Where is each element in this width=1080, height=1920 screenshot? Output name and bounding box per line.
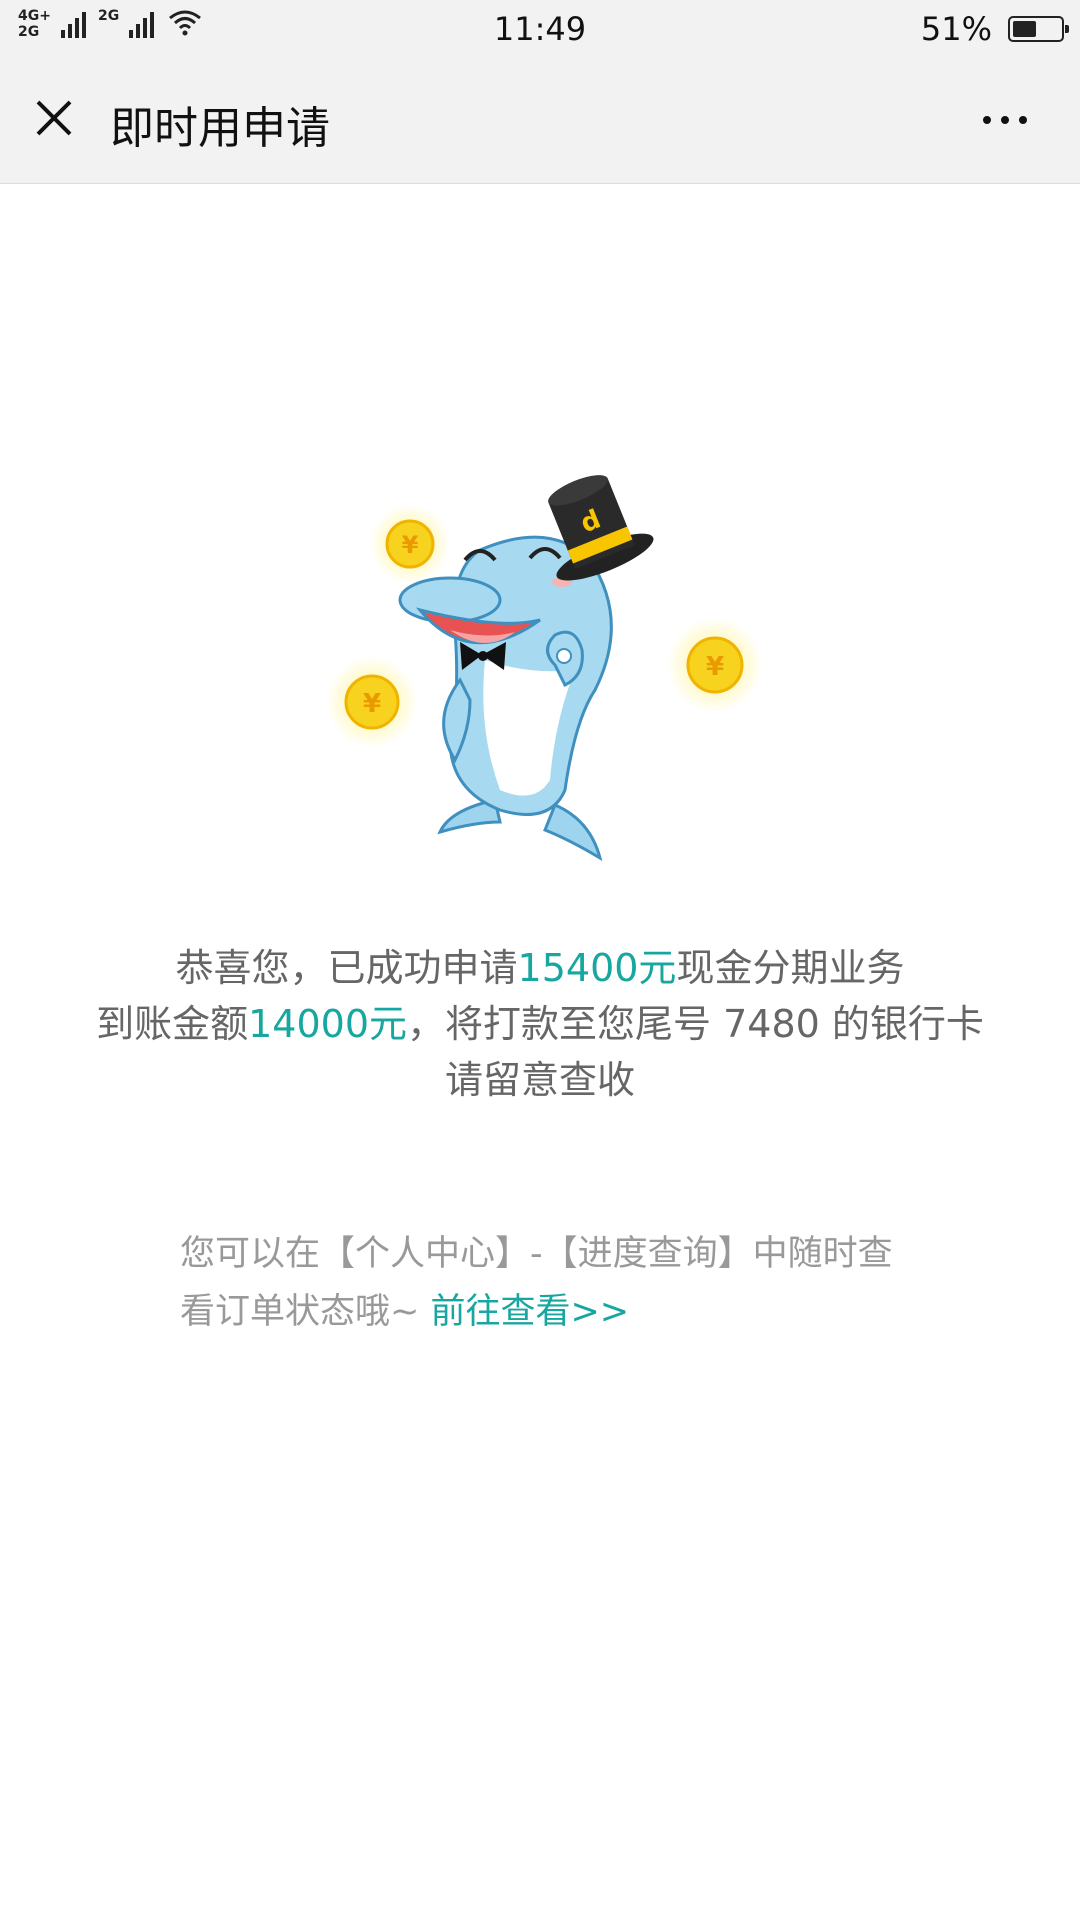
coin-icon: ¥ bbox=[370, 504, 450, 584]
svg-text:¥: ¥ bbox=[402, 531, 419, 559]
more-icon-dot bbox=[1019, 116, 1027, 124]
message-line-2: 到账金额14000元，将打款至您尾号 7480 的银行卡 bbox=[96, 1002, 984, 1046]
applied-amount: 15400元 bbox=[517, 946, 677, 990]
dolphin-mascot-illustration: ¥ ¥ ¥ d bbox=[326, 475, 763, 862]
battery-level bbox=[1013, 21, 1037, 37]
battery-percent: 51% bbox=[920, 10, 992, 48]
more-icon-dot bbox=[1001, 116, 1009, 124]
success-message: 恭喜您，已成功申请15400元现金分期业务 到账金额14000元，将打款至您尾号… bbox=[40, 940, 1040, 1108]
progress-hint: 您可以在【个人中心】-【进度查询】中随时查看订单状态哦~ 前往查看>> bbox=[180, 1225, 900, 1341]
battery-area: 51% bbox=[920, 10, 1069, 48]
battery-icon bbox=[1008, 16, 1069, 42]
svg-text:¥: ¥ bbox=[706, 652, 724, 682]
page-title: 即时用申请 bbox=[110, 103, 330, 154]
coin-icon: ¥ bbox=[326, 656, 418, 748]
close-icon bbox=[36, 100, 72, 136]
more-button[interactable] bbox=[970, 96, 1040, 144]
coin-icon: ¥ bbox=[667, 617, 763, 713]
close-button[interactable] bbox=[26, 90, 82, 146]
clock: 11:49 bbox=[493, 10, 587, 48]
nav-bar: 即时用申请 bbox=[0, 56, 1080, 184]
more-icon-dot bbox=[983, 116, 991, 124]
received-amount: 14000元 bbox=[248, 1002, 408, 1046]
status-bar: 4G+ 2G 2G 11:49 51% bbox=[0, 0, 1080, 56]
message-line-3: 请留意查收 bbox=[444, 1058, 635, 1102]
message-line-1: 恭喜您，已成功申请15400元现金分期业务 bbox=[175, 946, 905, 990]
svg-text:¥: ¥ bbox=[363, 689, 381, 719]
view-progress-link[interactable]: 前往查看>> bbox=[430, 1292, 629, 1332]
